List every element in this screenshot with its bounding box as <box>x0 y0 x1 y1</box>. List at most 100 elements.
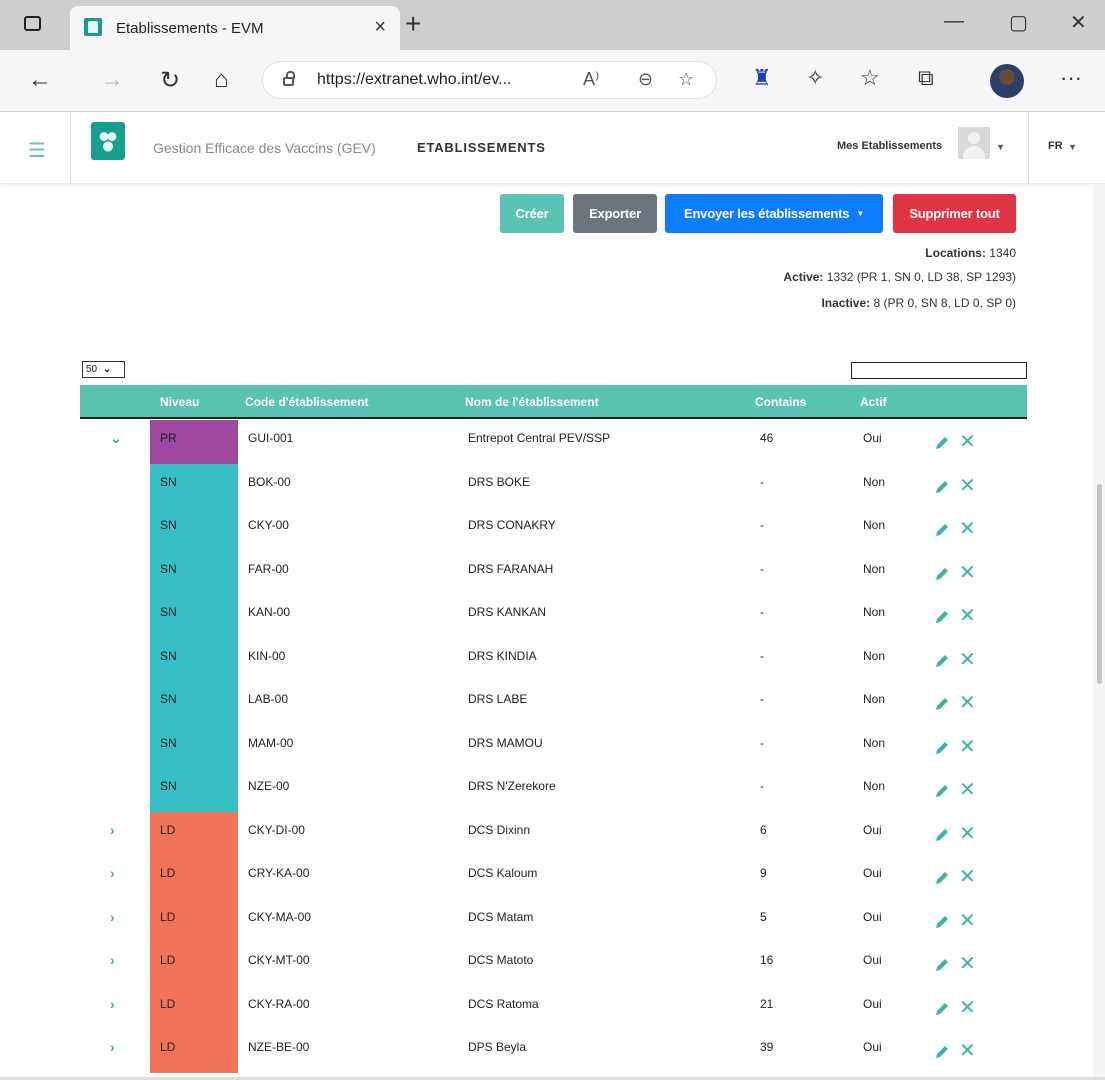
page-size-select[interactable]: 50 ⌄ <box>82 361 125 378</box>
establishment-name: DCS Matam <box>468 909 534 924</box>
edit-pencil-icon[interactable] <box>933 1000 951 1018</box>
tab-actions-icon[interactable] <box>24 16 41 31</box>
active-status: Non <box>863 692 886 706</box>
edit-pencil-icon[interactable] <box>933 913 951 931</box>
contains-count: - <box>760 518 764 532</box>
language-selector[interactable]: FR <box>1048 140 1063 152</box>
delete-row-icon[interactable]: ✕ <box>959 821 976 846</box>
scrollbar-thumb[interactable] <box>1097 484 1102 684</box>
column-header-code[interactable]: Code d'établissement <box>245 395 369 409</box>
column-header-level[interactable]: Niveau <box>160 395 199 409</box>
expand-row-icon[interactable]: › <box>110 909 115 925</box>
lock-icon[interactable] <box>283 71 295 86</box>
collections-icon[interactable]: ⧉ <box>918 65 934 91</box>
page-scrollbar[interactable] <box>1093 184 1105 1080</box>
back-icon[interactable]: ← <box>28 66 52 94</box>
delete-all-button[interactable]: Supprimer tout <box>893 194 1016 233</box>
edit-pencil-icon[interactable] <box>933 608 951 626</box>
table-search-input[interactable] <box>851 362 1027 379</box>
establishment-code: NZE-BE-00 <box>248 1040 310 1054</box>
add-favorite-icon[interactable]: ☆ <box>678 69 694 90</box>
active-status: Non <box>863 605 886 619</box>
profile-avatar[interactable] <box>990 64 1024 98</box>
establishment-name: DRS KINDIA <box>468 648 537 663</box>
delete-row-icon[interactable]: ✕ <box>959 516 976 541</box>
active-status: Oui <box>863 431 882 445</box>
delete-row-icon[interactable]: ✕ <box>959 473 976 498</box>
app-logo[interactable] <box>91 122 125 160</box>
extensions-icon[interactable]: ✧ <box>806 65 824 91</box>
level-label: LD <box>160 909 176 924</box>
delete-row-icon[interactable]: ✕ <box>959 777 976 802</box>
delete-row-icon[interactable]: ✕ <box>959 603 976 628</box>
edit-pencil-icon[interactable] <box>933 782 951 800</box>
edit-pencil-icon[interactable] <box>933 956 951 974</box>
new-tab-icon[interactable]: + <box>405 8 421 40</box>
expand-row-icon[interactable]: › <box>110 952 115 968</box>
active-status: Non <box>863 648 886 663</box>
user-menu-label[interactable]: Mes Etablissements <box>837 140 942 152</box>
home-icon[interactable]: ⌂ <box>214 66 229 94</box>
edit-pencil-icon[interactable] <box>933 478 951 496</box>
level-badge: SN <box>150 463 238 507</box>
expand-row-icon[interactable]: › <box>110 996 115 1012</box>
establishment-code: CRY-KA-00 <box>248 866 310 880</box>
more-icon[interactable]: ··· <box>1060 65 1082 91</box>
minimize-icon[interactable]: — <box>944 10 964 33</box>
forward-icon[interactable]: → <box>100 66 124 94</box>
create-button[interactable]: Créer <box>500 194 564 233</box>
close-tab-icon[interactable]: × <box>374 16 386 39</box>
expand-row-icon[interactable]: › <box>110 1039 115 1055</box>
delete-row-icon[interactable]: ✕ <box>959 864 976 889</box>
send-establishments-button[interactable]: Envoyer les établissements ▼ <box>665 194 883 233</box>
contains-count: 6 <box>760 822 767 837</box>
edit-pencil-icon[interactable] <box>933 434 951 452</box>
delete-row-icon[interactable]: ✕ <box>959 690 976 715</box>
expand-row-icon[interactable]: › <box>110 865 115 881</box>
column-header-contains[interactable]: Contains <box>755 395 806 409</box>
table-row: › LD CRY-KA-00 DCS Kaloum 9 Oui ✕ <box>80 855 1027 899</box>
establishment-code: FAR-00 <box>248 561 289 576</box>
delete-row-icon[interactable]: ✕ <box>959 951 976 976</box>
maximize-icon[interactable]: ▢ <box>1009 10 1028 35</box>
delete-row-icon[interactable]: ✕ <box>959 429 976 454</box>
url-text[interactable]: https://extranet.who.int/ev... <box>317 71 511 89</box>
delete-row-icon[interactable]: ✕ <box>959 734 976 759</box>
read-aloud-icon[interactable]: A⁾ <box>583 69 599 90</box>
browser-tab[interactable]: Etablissements - EVM × <box>70 6 400 50</box>
favorites-icon[interactable]: ☆ <box>860 65 880 91</box>
edit-pencil-icon[interactable] <box>933 652 951 670</box>
active-status: Non <box>863 735 886 750</box>
zoom-out-icon[interactable]: ⊖ <box>638 69 653 90</box>
export-button[interactable]: Exporter <box>573 194 657 233</box>
edit-pencil-icon[interactable] <box>933 521 951 539</box>
column-header-active[interactable]: Actif <box>860 395 887 409</box>
edit-pencil-icon[interactable] <box>933 826 951 844</box>
user-menu-caret-icon[interactable]: ▼ <box>996 142 1005 152</box>
contains-count: 46 <box>760 431 774 445</box>
active-status: Oui <box>863 1040 882 1054</box>
edit-pencil-icon[interactable] <box>933 869 951 887</box>
delete-row-icon[interactable]: ✕ <box>959 995 976 1020</box>
expand-row-icon[interactable]: › <box>110 822 115 838</box>
table-row: › LD CKY-DI-00 DCS Dixinn 6 Oui ✕ <box>80 811 1027 855</box>
delete-row-icon[interactable]: ✕ <box>959 647 976 672</box>
menu-icon[interactable]: ☰ <box>28 138 46 163</box>
app-name[interactable]: Gestion Efficace des Vaccins (GEV) <box>153 140 376 156</box>
column-header-name[interactable]: Nom de l'établissement <box>465 395 599 409</box>
close-window-icon[interactable]: ✕ <box>1070 10 1087 35</box>
delete-row-icon[interactable]: ✕ <box>959 1038 976 1063</box>
edit-pencil-icon[interactable] <box>933 1043 951 1061</box>
edit-pencil-icon[interactable] <box>933 565 951 583</box>
delete-row-icon[interactable]: ✕ <box>959 908 976 933</box>
inactive-stat: Inactive: 8 (PR 0, SN 8, LD 0, SP 0) <box>821 296 1016 310</box>
address-bar[interactable]: https://extranet.who.int/ev... A⁾ ⊖ ☆ <box>262 61 717 99</box>
delete-row-icon[interactable]: ✕ <box>959 560 976 585</box>
edit-pencil-icon[interactable] <box>933 695 951 713</box>
edit-pencil-icon[interactable] <box>933 739 951 757</box>
language-caret-icon[interactable]: ▼ <box>1068 142 1077 152</box>
refresh-icon[interactable]: ↻ <box>160 66 180 95</box>
user-avatar[interactable] <box>958 127 990 159</box>
expand-row-icon[interactable]: ⌄ <box>110 430 122 447</box>
trophy-extension-icon[interactable]: ♜ <box>752 65 772 91</box>
